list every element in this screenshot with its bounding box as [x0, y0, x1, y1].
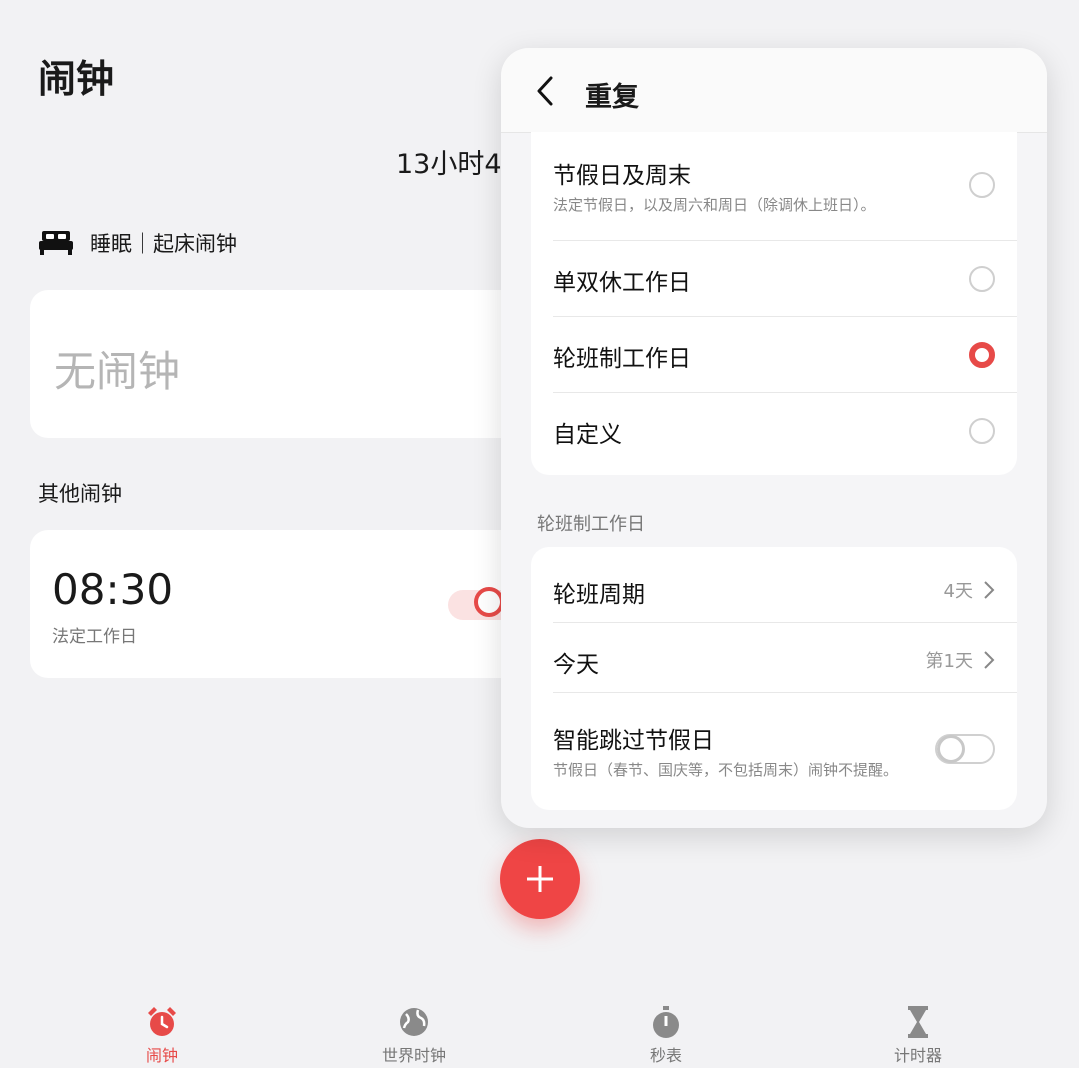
- today-value: 第1天: [925, 651, 973, 672]
- radio-shift-workday[interactable]: [969, 342, 995, 368]
- skip-holidays-row[interactable]: 智能跳过节假日 节假日（春节、国庆等，不包括周末）闹钟不提醒。: [553, 721, 995, 780]
- option-custom[interactable]: 自定义: [553, 415, 995, 449]
- chevron-right-icon: [984, 651, 995, 669]
- option-title: 节假日及周末: [553, 163, 691, 189]
- skip-holidays-subtitle: 节假日（春节、国庆等，不包括周末）闹钟不提醒。: [553, 761, 899, 779]
- nav-item-timer[interactable]: 计时器: [858, 1004, 978, 1066]
- option-holidays-weekends[interactable]: 节假日及周末 法定节假日，以及周六和周日（除调休上班日）。: [553, 156, 995, 215]
- plus-icon: [527, 866, 553, 892]
- other-alarms-heading: 其他闹钟: [38, 482, 122, 506]
- shift-section-label: 轮班制工作日: [537, 514, 645, 535]
- option-title: 自定义: [553, 422, 622, 448]
- stopwatch-icon: [653, 1006, 679, 1038]
- shift-cycle-title: 轮班周期: [553, 582, 645, 608]
- skip-holidays-toggle[interactable]: [935, 734, 995, 764]
- globe-icon: [400, 1008, 428, 1036]
- chevron-left-icon: [537, 76, 553, 106]
- panel-header: 重复: [501, 48, 1047, 133]
- nav-item-alarm[interactable]: 闹钟: [102, 1004, 222, 1066]
- nav-label-stopwatch: 秒表: [649, 1046, 682, 1065]
- divider: [553, 392, 1017, 393]
- alarm-toggle-knob: [474, 587, 504, 617]
- sleep-alarm-entry[interactable]: 睡眠｜起床闹钟: [38, 228, 237, 258]
- alarm-time: 08:30: [52, 565, 174, 614]
- shift-cycle-value-group[interactable]: 4天: [944, 577, 995, 603]
- nav-item-world-clock[interactable]: 世界时钟: [354, 1004, 474, 1066]
- add-alarm-button[interactable]: [500, 839, 580, 919]
- alarm-clock-icon: [148, 1007, 176, 1036]
- option-title: 轮班制工作日: [553, 346, 691, 372]
- page-title: 闹钟: [38, 57, 115, 101]
- divider: [553, 692, 1017, 693]
- nav-label-alarm: 闹钟: [145, 1046, 178, 1065]
- toggle-knob: [937, 735, 965, 763]
- repeat-panel: 重复 节假日及周末 法定节假日，以及周六和周日（除调休上班日）。 单双休工作日 …: [501, 48, 1047, 828]
- divider: [553, 622, 1017, 623]
- alarm-repeat: 法定工作日: [52, 627, 137, 647]
- radio-single-double-rest[interactable]: [969, 266, 995, 292]
- nav-label-world-clock: 世界时钟: [381, 1046, 446, 1065]
- option-single-double-rest[interactable]: 单双休工作日: [553, 263, 995, 297]
- shift-cycle-value: 4天: [943, 581, 973, 602]
- today-value-group[interactable]: 第1天: [926, 647, 995, 673]
- chevron-right-icon: [984, 581, 995, 599]
- nav-label-timer: 计时器: [893, 1046, 942, 1065]
- back-button[interactable]: [531, 74, 561, 108]
- divider: [553, 240, 1017, 241]
- nav-item-stopwatch[interactable]: 秒表: [606, 1004, 726, 1066]
- sleep-label: 睡眠｜起床闹钟: [90, 232, 237, 256]
- radio-holidays-weekends[interactable]: [969, 172, 995, 198]
- option-shift-workday[interactable]: 轮班制工作日: [553, 339, 995, 373]
- panel-title: 重复: [585, 82, 639, 113]
- hourglass-icon: [908, 1006, 928, 1038]
- next-alarm-countdown: 13小时4: [396, 149, 502, 180]
- bed-icon: [38, 229, 74, 257]
- divider: [553, 316, 1017, 317]
- shift-settings-group: 轮班周期 4天 今天 第1天 智能跳过节假日 节假日（春节、国庆等，不包括周末）…: [531, 547, 1017, 810]
- option-title: 单双休工作日: [553, 270, 691, 296]
- radio-custom[interactable]: [969, 418, 995, 444]
- skip-holidays-title: 智能跳过节假日: [553, 728, 714, 754]
- repeat-options-group: 节假日及周末 法定节假日，以及周六和周日（除调休上班日）。 单双休工作日 轮班制…: [531, 132, 1017, 475]
- empty-alarm-text: 无闹钟: [54, 347, 181, 396]
- option-subtitle: 法定节假日，以及周六和周日（除调休上班日）。: [553, 196, 876, 214]
- shift-cycle-row[interactable]: 轮班周期: [553, 575, 995, 609]
